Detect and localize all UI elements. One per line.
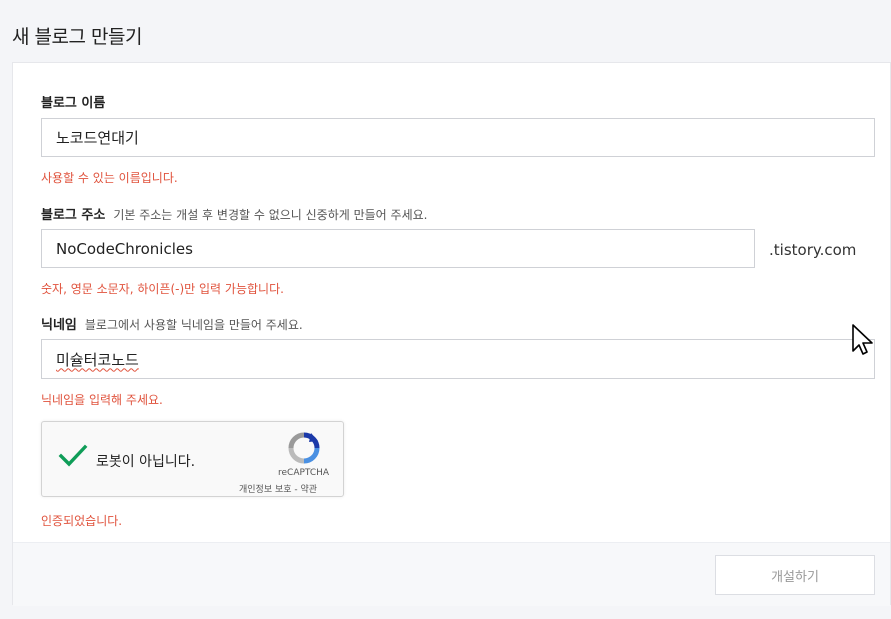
nickname-label-text: 닉네임 (41, 318, 77, 333)
recaptcha-logo-icon (287, 431, 321, 469)
blog-address-hint: 기본 주소는 개설 후 변경할 수 없으니 신중하게 만들어 주세요. (113, 208, 428, 222)
blog-address-input[interactable]: NoCodeChronicles (41, 229, 755, 268)
blog-name-input[interactable]: 노코드연대기 (41, 118, 875, 157)
blog-name-label-text: 블로그 이름 (41, 96, 106, 111)
mouse-cursor-icon (852, 324, 876, 360)
nickname-value: 미슐터코노드 (56, 350, 139, 369)
blog-address-suffix: .tistory.com (769, 241, 857, 259)
nickname-hint: 블로그에서 사용할 닉네임을 만들어 주세요. (84, 318, 303, 332)
captcha-message: 인증되었습니다. (41, 514, 123, 528)
recaptcha-brand: reCAPTCHA (278, 468, 330, 478)
nickname-label: 닉네임 블로그에서 사용할 닉네임을 만들어 주세요. (41, 314, 303, 333)
recaptcha-widget: 로봇이 아닙니다. reCAPTCHA 개인정보 보호 - 약관 (41, 421, 344, 497)
blog-name-message: 사용할 수 있는 이름입니다. (41, 171, 178, 185)
blog-address-label-text: 블로그 주소 (41, 208, 106, 223)
create-blog-card: 블로그 이름 노코드연대기 사용할 수 있는 이름입니다. 블로그 주소 기본 주… (12, 62, 891, 606)
nickname-input[interactable]: 미슐터코노드 (41, 339, 875, 379)
form-footer: 개설하기 (13, 542, 890, 606)
blog-address-value: NoCodeChronicles (56, 239, 193, 258)
recaptcha-checkbox-label: 로봇이 아닙니다. (96, 454, 196, 470)
blog-address-message: 숫자, 영문 소문자, 하이픈(-)만 입력 가능합니다. (41, 282, 284, 296)
blog-address-label: 블로그 주소 기본 주소는 개설 후 변경할 수 없으니 신중하게 만들어 주세요… (41, 204, 427, 223)
nickname-message: 닉네임을 입력해 주세요. (41, 393, 163, 407)
blog-name-label: 블로그 이름 (41, 92, 105, 111)
page-title: 새 블로그 만들기 (12, 26, 142, 48)
create-blog-button[interactable]: 개설하기 (715, 555, 875, 595)
checkmark-icon[interactable] (58, 443, 88, 473)
blog-name-value: 노코드연대기 (56, 129, 139, 147)
recaptcha-privacy-terms-link[interactable]: 개인정보 보호 - 약관 (239, 482, 317, 495)
